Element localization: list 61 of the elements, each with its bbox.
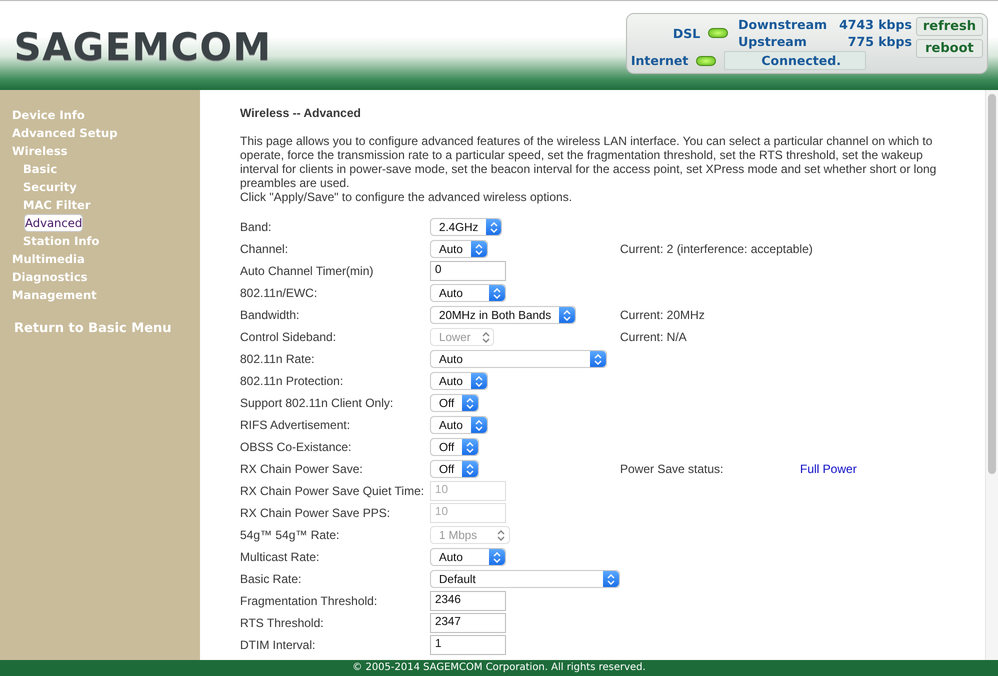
field-label: Channel: bbox=[240, 242, 290, 256]
field-label: DTIM Interval: bbox=[240, 638, 316, 652]
status-label: Internet bbox=[630, 53, 688, 68]
dropdown[interactable]: Off bbox=[430, 394, 480, 412]
field-label: RX Chain Power Save Quiet Time: bbox=[240, 484, 426, 498]
field-label: 802.11n Protection: bbox=[240, 374, 344, 388]
footer: © 2005-2014 SAGEMCOM Corporation. All rights reserved. bbox=[0, 660, 998, 676]
field-label: RIFS Advertisement: bbox=[240, 418, 352, 432]
status-label: DSL bbox=[672, 26, 700, 40]
dropdown[interactable]: 2.4GHz bbox=[430, 218, 502, 236]
field-label: Auto Channel Timer(min) bbox=[240, 264, 374, 278]
status-label: Downstream bbox=[738, 17, 828, 32]
input-field: 10 bbox=[430, 503, 506, 523]
status-label: Upstream bbox=[738, 34, 807, 49]
field-label: Bandwidth: bbox=[240, 308, 300, 322]
dropdown[interactable]: Auto bbox=[430, 350, 607, 368]
field-label: 802.11n/EWC: bbox=[240, 286, 318, 300]
field-label: Multicast Rate: bbox=[240, 550, 320, 564]
info-text: Current: 20MHz bbox=[620, 308, 706, 322]
info-text: Current: 2 (interference: acceptable) bbox=[620, 242, 813, 256]
input-field[interactable]: 2346 bbox=[430, 591, 506, 611]
field-label: Control Sideband: bbox=[240, 330, 338, 344]
dropdown[interactable]: 20MHz in Both Bands bbox=[430, 306, 576, 324]
reboot-button[interactable]: reboot bbox=[916, 39, 983, 58]
sidebar-item[interactable]: Advanced bbox=[24, 214, 84, 232]
connection-status: Connected. bbox=[724, 51, 866, 70]
dropdown: Lower bbox=[430, 328, 494, 346]
dropdown[interactable]: Off bbox=[430, 460, 480, 478]
input-field: 10 bbox=[430, 481, 506, 501]
field-label: Basic Rate: bbox=[240, 572, 302, 586]
refresh-button[interactable]: refresh bbox=[916, 17, 983, 36]
field-label: 802.11n Rate: bbox=[240, 352, 316, 366]
dropdown[interactable]: Auto bbox=[430, 548, 506, 566]
status-value: 4743 kbps bbox=[839, 17, 912, 32]
field-label: Fragmentation Threshold: bbox=[240, 594, 378, 608]
instruction-text: Click "Apply/Save" to configure the advanced wireless options. bbox=[240, 190, 574, 204]
field-label: RTS Threshold: bbox=[240, 616, 325, 630]
input-field[interactable]: 1 bbox=[430, 635, 506, 655]
page-title: Wireless -- Advanced bbox=[240, 106, 362, 120]
field-label: Band: bbox=[240, 220, 272, 234]
input-field[interactable]: 0 bbox=[430, 261, 506, 281]
scrollbar[interactable] bbox=[985, 90, 998, 660]
dropdown: 1 Mbps bbox=[430, 526, 510, 544]
input-field[interactable]: 2347 bbox=[430, 613, 506, 633]
field-label: RX Chain Power Save: bbox=[240, 462, 364, 476]
dropdown[interactable]: Auto bbox=[430, 372, 488, 390]
field-label: Support 802.11n Client Only: bbox=[240, 396, 394, 410]
logo: SAGEMCOM bbox=[14, 25, 272, 69]
status-value: 775 kbps bbox=[848, 34, 912, 49]
status-value: Full Power bbox=[800, 462, 857, 476]
dropdown[interactable]: Auto bbox=[430, 284, 506, 302]
field-label: RX Chain Power Save PPS: bbox=[240, 506, 392, 520]
dropdown[interactable]: Default bbox=[430, 570, 620, 588]
description-text: This page allows you to configure advanced features of the wireless LAN interface. You can select a particular channel on which to operate, force the transmission rate to a particular speed, set the fragmentation threshold, set the RTS threshold, set the wakeup interval for clients in power-save mode, set the beacon interval for the access point, set XPress mode and set whether short or long preambles are used. bbox=[240, 134, 938, 190]
info-text: Power Save status: bbox=[620, 462, 724, 476]
dropdown[interactable]: Auto bbox=[430, 416, 488, 434]
field-label: OBSS Co-Existance: bbox=[240, 440, 352, 454]
dropdown[interactable]: Off bbox=[430, 438, 480, 456]
dropdown[interactable]: Auto bbox=[430, 240, 488, 258]
info-text: Current: N/A bbox=[620, 330, 688, 344]
field-label: 54g™ 54g™ Rate: bbox=[240, 528, 340, 542]
